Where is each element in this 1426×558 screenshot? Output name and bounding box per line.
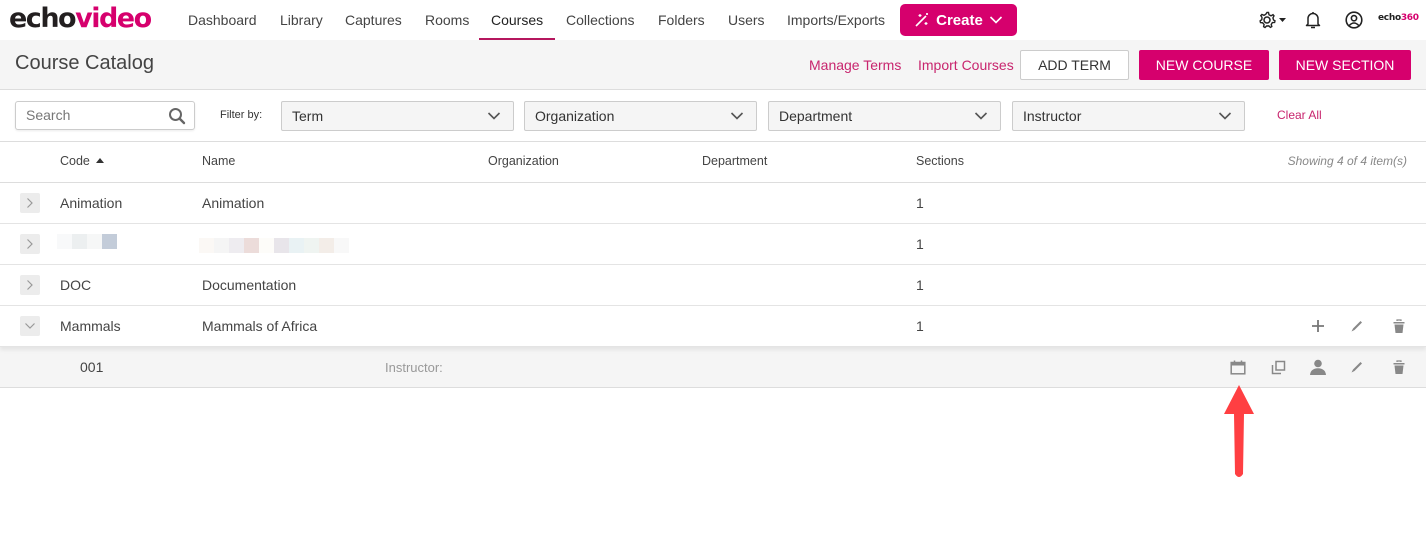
chevron-down-icon: [730, 112, 744, 120]
chevron-right-icon: [27, 198, 33, 208]
course-code: DOC: [60, 277, 92, 293]
top-navigation: echovideo Dashboard Library Captures Roo…: [0, 0, 1426, 40]
chevron-down-icon: [974, 112, 988, 120]
nav-captures[interactable]: Captures: [345, 0, 402, 40]
course-name: Mammals of Africa: [202, 318, 318, 334]
course-sections: 1: [916, 277, 924, 293]
bell-icon: [1305, 12, 1321, 29]
course-name: Animation: [202, 195, 265, 211]
magic-wand-icon: [915, 13, 929, 27]
add-term-button[interactable]: ADD TERM: [1020, 50, 1129, 80]
calendar-icon: [1230, 360, 1246, 375]
page-header: Course Catalog Manage Terms Import Cours…: [0, 40, 1426, 90]
organization-filter-value: Organization: [535, 108, 615, 124]
page-title: Course Catalog: [15, 52, 154, 74]
nav-imports-exports[interactable]: Imports/Exports: [787, 0, 885, 40]
echovideo-logo[interactable]: echovideo: [9, 2, 152, 36]
import-courses-link[interactable]: Import Courses: [918, 57, 1014, 73]
department-filter-value: Department: [779, 108, 853, 124]
department-filter-select[interactable]: Department: [768, 101, 1001, 131]
annotation-arrow-icon: [1224, 385, 1254, 477]
pencil-icon: [1351, 362, 1362, 373]
trash-icon: [1393, 318, 1405, 333]
search-input[interactable]: [26, 107, 166, 123]
gear-icon: [1259, 11, 1286, 29]
assign-instructor-button[interactable]: [1308, 357, 1328, 377]
edit-section-button[interactable]: [1347, 357, 1367, 377]
pencil-icon: [1351, 321, 1362, 332]
collapse-row-button[interactable]: [20, 316, 40, 336]
new-section-button[interactable]: NEW SECTION: [1279, 50, 1411, 80]
notifications-button[interactable]: [1305, 11, 1321, 34]
expand-row-button[interactable]: [20, 193, 40, 213]
term-filter-select[interactable]: Term: [281, 101, 514, 131]
delete-course-button[interactable]: [1389, 316, 1409, 336]
table-row[interactable]: Animation Animation 1: [0, 183, 1426, 224]
edit-course-button[interactable]: [1347, 316, 1367, 336]
clear-all-link[interactable]: Clear All: [1277, 108, 1322, 122]
nav-courses[interactable]: Courses: [478, 0, 556, 40]
column-header-organization[interactable]: Organization: [488, 154, 559, 168]
user-icon: [1310, 359, 1326, 375]
search-box: [15, 101, 195, 130]
trash-icon: [1393, 359, 1405, 374]
copy-icon: [1271, 360, 1285, 374]
plus-icon: [1312, 320, 1324, 332]
new-course-button[interactable]: NEW COURSE: [1139, 50, 1269, 80]
column-header-department[interactable]: Department: [702, 154, 767, 168]
table-header: Code Name Organization Department Sectio…: [0, 142, 1426, 183]
term-filter-value: Term: [292, 108, 324, 124]
nav-collections[interactable]: Collections: [566, 0, 634, 40]
add-section-button[interactable]: [1308, 316, 1328, 336]
nav-rooms[interactable]: Rooms: [425, 0, 469, 40]
nav-dashboard[interactable]: Dashboard: [188, 0, 257, 40]
echo360-logo[interactable]: echo360: [1378, 13, 1419, 23]
section-code: 001: [80, 359, 104, 375]
section-instructor-label: Instructor:: [385, 360, 443, 375]
course-name: Documentation: [202, 277, 297, 293]
course-code: Mammals: [60, 318, 121, 334]
nav-library[interactable]: Library: [280, 0, 323, 40]
item-count: Showing 4 of 4 item(s): [1287, 154, 1407, 168]
chevron-down-icon: [989, 16, 1002, 24]
chevron-down-icon: [25, 323, 35, 329]
expand-row-button[interactable]: [20, 234, 40, 254]
settings-menu[interactable]: [1258, 11, 1288, 34]
sort-ascending-icon: [95, 158, 104, 163]
instructor-filter-value: Instructor: [1023, 108, 1082, 124]
redacted-course-code: [57, 234, 117, 249]
search-icon[interactable]: [168, 107, 186, 125]
nav-users[interactable]: Users: [728, 0, 765, 40]
manage-terms-link[interactable]: Manage Terms: [809, 57, 901, 73]
table-row[interactable]: 1: [0, 224, 1426, 265]
copy-section-button[interactable]: [1268, 357, 1288, 377]
expand-row-button[interactable]: [20, 275, 40, 295]
user-profile-button[interactable]: [1345, 11, 1363, 34]
column-header-code[interactable]: Code: [60, 154, 104, 168]
course-sections: 1: [916, 318, 924, 334]
schedule-button[interactable]: [1228, 357, 1248, 377]
section-row[interactable]: 001 Instructor:: [0, 347, 1426, 388]
organization-filter-select[interactable]: Organization: [524, 101, 757, 131]
chevron-right-icon: [27, 239, 33, 249]
instructor-filter-select[interactable]: Instructor: [1012, 101, 1245, 131]
filter-bar: Filter by: Term Organization Department …: [0, 91, 1426, 142]
nav-folders[interactable]: Folders: [658, 0, 705, 40]
column-header-name[interactable]: Name: [202, 154, 235, 168]
create-button[interactable]: Create: [900, 4, 1017, 36]
chevron-down-icon: [487, 112, 501, 120]
chevron-right-icon: [27, 280, 33, 290]
column-header-sections[interactable]: Sections: [916, 154, 964, 168]
course-sections: 1: [916, 236, 924, 252]
course-code: Animation: [60, 195, 123, 211]
create-label: Create: [936, 11, 983, 29]
redacted-course-name: [199, 238, 349, 253]
chevron-down-icon: [1218, 112, 1232, 120]
course-sections: 1: [916, 195, 924, 211]
table-row[interactable]: DOC Documentation 1: [0, 265, 1426, 306]
delete-section-button[interactable]: [1389, 357, 1409, 377]
filter-by-label: Filter by:: [220, 109, 263, 121]
user-circle-icon: [1345, 11, 1363, 29]
table-row[interactable]: Mammals Mammals of Africa 1: [0, 306, 1426, 347]
